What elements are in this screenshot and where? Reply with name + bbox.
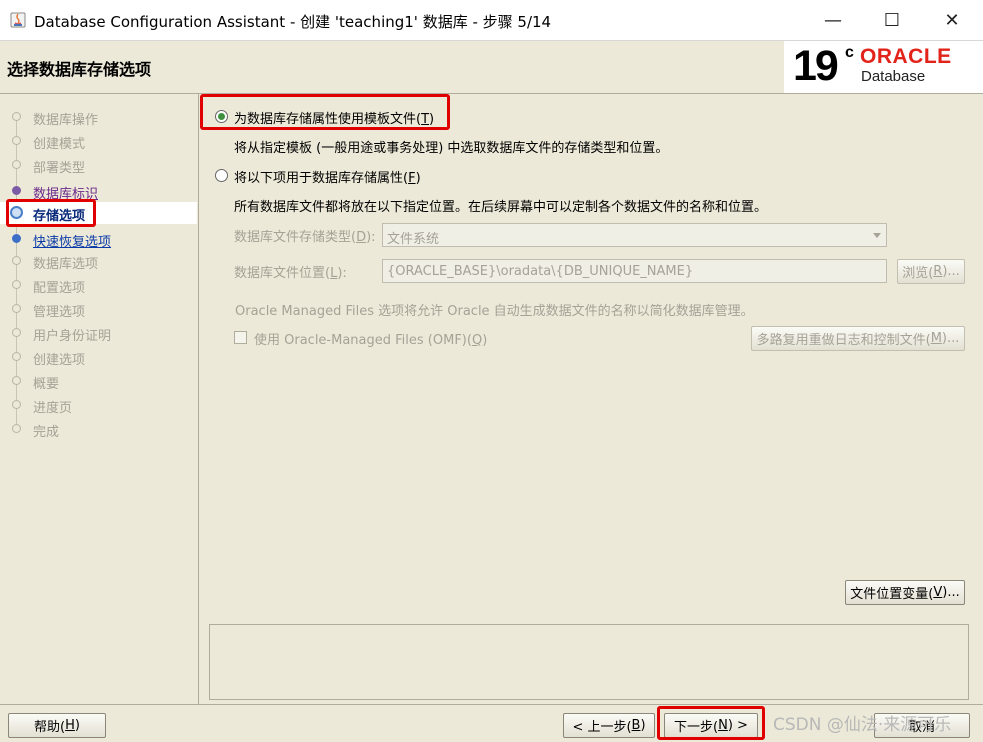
- step-item: 概要: [0, 370, 197, 392]
- logo-product: Database: [861, 68, 926, 85]
- file-location-value: {ORACLE_BASE}\oradata\{DB_UNIQUE_NAME}: [387, 264, 694, 279]
- minimize-button[interactable]: —: [803, 0, 863, 40]
- step-item: 进度页: [0, 394, 197, 416]
- storage-type-label: 数据库文件存储类型(D):: [234, 230, 376, 245]
- java-app-icon: [10, 12, 26, 28]
- step-label: 用户身份证明: [33, 329, 112, 344]
- message-panel: [209, 624, 969, 700]
- maximize-icon: ☐: [883, 9, 901, 31]
- logo-suffix: c: [845, 44, 854, 61]
- step-item: 数据库操作: [0, 106, 197, 128]
- file-location-label: 数据库文件位置(L):: [234, 266, 347, 281]
- step-label: 完成: [33, 425, 60, 440]
- step-label: 配置选项: [33, 281, 86, 296]
- template-storage-radio[interactable]: [215, 110, 228, 123]
- step-dot-icon: [12, 234, 21, 243]
- multiplex-redo-button[interactable]: 多路复用重做日志和控制文件(M)...: [751, 326, 965, 351]
- omf-note: Oracle Managed Files 选项将允许 Oracle 自动生成数据…: [235, 304, 754, 319]
- step-item: 数据库选项: [0, 250, 197, 272]
- file-location-variables-button[interactable]: 文件位置变量(V)...: [845, 580, 965, 605]
- step-item: 部署类型: [0, 154, 197, 176]
- step-label: 部署类型: [33, 161, 86, 176]
- custom-storage-label[interactable]: 将以下项用于数据库存储属性(F): [234, 167, 421, 186]
- main-content: 为数据库存储属性使用模板文件(T) 将从指定模板 (一般用途或事务处理) 中选取…: [199, 94, 983, 704]
- file-location-input[interactable]: {ORACLE_BASE}\oradata\{DB_UNIQUE_NAME}: [382, 259, 887, 283]
- oracle-logo: 19 c ORACLE Database: [784, 41, 983, 93]
- back-button[interactable]: < 上一步(B): [563, 713, 655, 738]
- template-storage-description: 将从指定模板 (一般用途或事务处理) 中选取数据库文件的存储类型和位置。: [234, 141, 669, 156]
- logo-brand: ORACLE: [860, 45, 952, 68]
- step-label: 快速恢复选项: [33, 235, 112, 250]
- custom-storage-description: 所有数据库文件都将放在以下指定位置。在后续屏幕中可以定制各个数据文件的名称和位置…: [234, 200, 768, 215]
- step-item: 管理选项: [0, 298, 197, 320]
- steps-sidebar: 数据库操作 创建模式 部署类型 数据库标识 存储选项 快速恢复选项 数据库选项 …: [0, 94, 199, 704]
- window-title: Database Configuration Assistant - 创建 't…: [34, 13, 552, 31]
- step-label: 概要: [33, 377, 60, 392]
- step-dot-icon: [12, 136, 21, 145]
- step-dot-icon: [12, 352, 21, 361]
- storage-type-value: 文件系统: [387, 232, 440, 247]
- step-dot-icon: [12, 328, 21, 337]
- step-item: 完成: [0, 418, 197, 440]
- step-label: 数据库标识: [33, 187, 99, 202]
- next-button[interactable]: 下一步(N) >: [664, 713, 758, 738]
- step-dot-icon: [12, 112, 21, 121]
- step-dot-icon: [12, 400, 21, 409]
- step-dot-icon: [12, 256, 21, 265]
- step-item: 创建模式: [0, 130, 197, 152]
- step-label: 数据库选项: [33, 257, 99, 272]
- step-label: 存储选项: [33, 209, 86, 224]
- close-icon: ✕: [944, 9, 960, 31]
- omf-checkbox-label[interactable]: 使用 Oracle-Managed Files (OMF)(Q): [254, 329, 487, 348]
- step-dot-icon: [12, 304, 21, 313]
- step-dot-icon: [12, 186, 21, 195]
- help-button[interactable]: 帮助(H): [8, 713, 106, 738]
- step-dot-icon: [12, 424, 21, 433]
- step-dot-icon: [12, 160, 21, 169]
- watermark-text: CSDN @仙法·来源可乐: [773, 715, 952, 735]
- close-button[interactable]: ✕: [922, 0, 982, 40]
- step-label: 创建选项: [33, 353, 86, 368]
- step-item: 配置选项: [0, 274, 197, 296]
- step-label: 管理选项: [33, 305, 86, 320]
- step-current-icon: [10, 206, 23, 219]
- step-item-fast-recovery[interactable]: 快速恢复选项: [0, 228, 197, 250]
- step-label: 数据库操作: [33, 113, 99, 128]
- step-item-db-identification[interactable]: 数据库标识: [0, 180, 197, 202]
- step-label: 进度页: [33, 401, 73, 416]
- logo-version: 19: [793, 42, 839, 90]
- custom-storage-radio[interactable]: [215, 169, 228, 182]
- minimize-icon: —: [824, 9, 842, 31]
- step-label: 创建模式: [33, 137, 86, 152]
- browse-button[interactable]: 浏览(R)...: [897, 259, 965, 284]
- chevron-down-icon: [873, 233, 881, 238]
- step-item: 创建选项: [0, 346, 197, 368]
- step-dot-icon: [12, 280, 21, 289]
- omf-checkbox[interactable]: [234, 331, 247, 344]
- page-title: 选择数据库存储选项: [7, 60, 152, 79]
- template-storage-label[interactable]: 为数据库存储属性使用模板文件(T): [234, 108, 434, 127]
- maximize-button[interactable]: ☐: [862, 0, 922, 40]
- step-item: 用户身份证明: [0, 322, 197, 344]
- step-item-storage-options[interactable]: 存储选项: [0, 202, 197, 224]
- window-titlebar: Database Configuration Assistant - 创建 't…: [0, 0, 983, 41]
- storage-type-select[interactable]: 文件系统: [382, 223, 887, 247]
- step-dot-icon: [12, 376, 21, 385]
